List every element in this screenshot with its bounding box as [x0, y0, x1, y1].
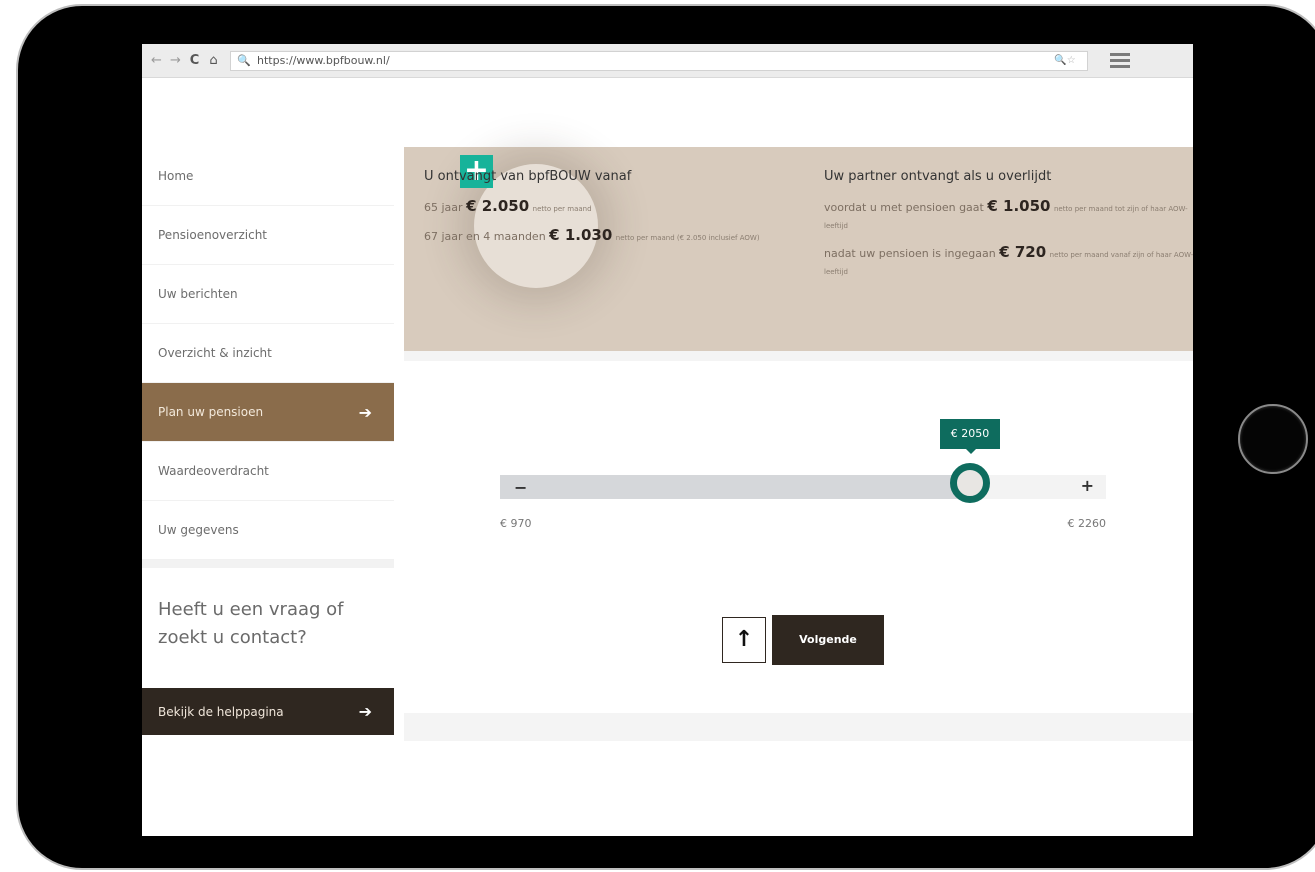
sidebar-item-home[interactable]: Home — [142, 147, 394, 206]
help-button-label: Bekijk de helppagina — [158, 704, 284, 719]
pension-row: nadat uw pensioen is ingegaan € 720 nett… — [824, 244, 1193, 280]
slider-min-label: € 970 — [500, 517, 532, 530]
row-prefix: 67 jaar en 4 maanden — [424, 230, 546, 243]
next-button[interactable]: Volgende — [772, 615, 884, 665]
home-icon[interactable]: ⌂ — [207, 53, 220, 68]
row-amount: € 1.050 — [987, 197, 1051, 215]
sidebar-item-label: Waardeoverdracht — [158, 464, 269, 478]
help-page-button[interactable]: Bekijk de helppagina ➔ — [142, 688, 394, 735]
pension-row: 67 jaar en 4 maanden € 1.030 netto per m… — [424, 227, 804, 246]
sidebar-item-berichten[interactable]: Uw berichten — [142, 265, 394, 324]
bookmark-star-icon[interactable]: 🔍☆ — [1043, 55, 1087, 66]
browser-window: ← → C ⌂ 🔍 https://www.bpfbouw.nl/ 🔍☆ Hom… — [142, 44, 1193, 836]
sidebar-item-label: Home — [158, 169, 194, 183]
contact-box: Heeft u een vraag of zoekt u contact? — [142, 568, 394, 688]
slider-fill — [500, 475, 970, 499]
partner-pension-column: Uw partner ontvangt als u overlijdt voor… — [824, 169, 1193, 290]
back-to-top-button[interactable]: ↑ — [722, 617, 766, 663]
reload-icon[interactable]: C — [188, 53, 201, 68]
row-amount: € 2.050 — [466, 197, 530, 215]
plan-area: € 2050 − + € 970 € 2260 ↑ Volgende — [404, 361, 1193, 713]
sidebar-item-gegevens[interactable]: Uw gegevens — [142, 501, 394, 560]
browser-toolbar: ← → C ⌂ 🔍 https://www.bpfbouw.nl/ 🔍☆ — [142, 44, 1193, 78]
sidebar-item-label: Plan uw pensioen — [158, 405, 264, 419]
sidebar-item-label: Uw gegevens — [158, 523, 239, 537]
sidebar-item-label: Pensioenoverzicht — [158, 228, 268, 242]
sidebar-nav: Home Pensioenoverzicht Uw berichten Over… — [142, 147, 394, 735]
pension-row: 65 jaar € 2.050 netto per maand — [424, 198, 804, 217]
own-pension-column: U ontvangt van bpfBOUW vanaf 65 jaar € 2… — [424, 169, 804, 256]
slider-max-label: € 2260 — [1067, 517, 1107, 530]
url-text[interactable]: https://www.bpfbouw.nl/ — [257, 54, 1043, 67]
search-icon: 🔍 — [237, 54, 251, 67]
row-amount: € 720 — [999, 243, 1047, 261]
row-prefix: 65 jaar — [424, 201, 463, 214]
forward-icon[interactable]: → — [169, 53, 182, 68]
tablet-home-button[interactable] — [1238, 404, 1308, 474]
address-bar[interactable]: 🔍 https://www.bpfbouw.nl/ 🔍☆ — [230, 50, 1088, 71]
contact-text: Heeft u een vraag of zoekt u contact? — [158, 599, 344, 648]
pension-row: voordat u met pensioen gaat € 1.050 nett… — [824, 198, 1193, 234]
sidebar-item-overzicht[interactable]: Overzicht & inzicht — [142, 324, 394, 383]
row-suffix: netto per maand — [532, 205, 592, 213]
sidebar-item-waardeoverdracht[interactable]: Waardeoverdracht — [142, 442, 394, 501]
row-amount: € 1.030 — [549, 226, 613, 244]
amount-slider[interactable]: − + — [500, 475, 1106, 499]
increase-button[interactable]: + — [1081, 476, 1094, 495]
pension-summary: + U ontvangt van bpfBOUW vanaf 65 jaar €… — [404, 147, 1193, 351]
decrease-button[interactable]: − — [514, 478, 527, 497]
main-panel: + U ontvangt van bpfBOUW vanaf 65 jaar €… — [404, 147, 1193, 741]
sidebar-item-label: Overzicht & inzicht — [158, 346, 272, 360]
arrow-right-icon: ➔ — [358, 702, 372, 721]
row-prefix: voordat u met pensioen gaat — [824, 201, 984, 214]
sidebar-divider — [142, 560, 394, 568]
browser-nav: ← → C ⌂ — [142, 53, 220, 68]
own-pension-title: U ontvangt van bpfBOUW vanaf — [424, 169, 632, 184]
row-suffix: netto per maand (€ 2.050 inclusief AOW) — [615, 234, 760, 242]
sidebar-item-plan-pensioen[interactable]: Plan uw pensioen ➔ — [142, 383, 394, 442]
hamburger-menu-icon[interactable] — [1110, 53, 1130, 68]
back-icon[interactable]: ← — [150, 53, 163, 68]
sidebar-item-label: Uw berichten — [158, 287, 238, 301]
row-prefix: nadat uw pensioen is ingegaan — [824, 247, 996, 260]
sidebar-item-pensioenoverzicht[interactable]: Pensioenoverzicht — [142, 206, 394, 265]
slider-value-tooltip: € 2050 — [940, 419, 1000, 454]
partner-pension-title: Uw partner ontvangt als u overlijdt — [824, 169, 1052, 184]
slider-handle[interactable] — [950, 463, 990, 503]
arrow-right-icon: ➔ — [358, 402, 372, 422]
